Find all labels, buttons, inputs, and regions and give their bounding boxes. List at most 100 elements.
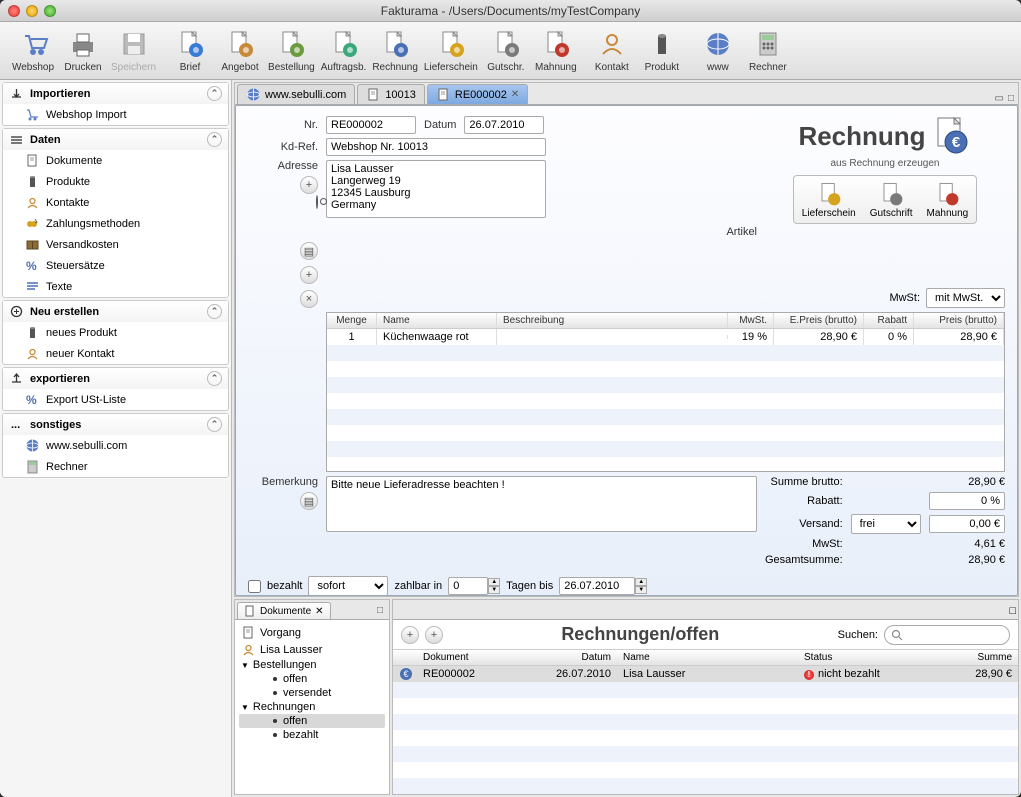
datum-input[interactable] [464, 116, 544, 134]
sidebar-item-dokumente[interactable]: Dokumente [3, 150, 228, 171]
table-row[interactable]: 1Küchenwaage rot19 %28,90 €0 %28,90 € [327, 329, 1004, 345]
tree-item[interactable]: versendet [239, 686, 385, 700]
list-max-icon[interactable]: □ [1009, 605, 1016, 617]
tree-item[interactable]: Lisa Lausser [239, 641, 385, 658]
tree-item[interactable]: offen [239, 672, 385, 686]
chevron-up-icon[interactable]: ⌃ [207, 417, 222, 432]
sidebar-item-webshop-import[interactable]: Webshop Import [3, 104, 228, 125]
chevron-up-icon[interactable]: ⌃ [207, 86, 222, 101]
toolbar-auftragsb[interactable]: Auftragsb. [318, 26, 370, 75]
sidebar-item-neues-produkt[interactable]: neues Produkt [3, 322, 228, 343]
tree-item[interactable]: bezahlt [239, 728, 385, 742]
toolbar-kontakt[interactable]: Kontakt [587, 26, 637, 75]
step-up-icon[interactable]: ▲ [488, 578, 500, 586]
col-menge[interactable]: Menge [327, 313, 377, 328]
adresse-input[interactable] [326, 160, 546, 218]
chevron-up-icon[interactable]: ⌃ [207, 371, 222, 386]
due-up-icon[interactable]: ▲ [635, 578, 647, 586]
contact-icon[interactable] [300, 196, 318, 208]
sidebar-item-texte[interactable]: Texte [3, 276, 228, 297]
col-price[interactable]: Preis (brutto) [914, 313, 1004, 328]
days-stepper[interactable]: ▲▼ [448, 577, 500, 595]
toolbar-rechner[interactable]: Rechner [743, 26, 793, 75]
col-besch[interactable]: Beschreibung [497, 313, 728, 328]
toolbar-brief[interactable]: Brief [165, 26, 215, 75]
sidebar-header-exportieren[interactable]: exportieren⌃ [3, 368, 228, 389]
tree-max-icon[interactable]: □ [377, 605, 383, 616]
due-down-icon[interactable]: ▼ [635, 586, 647, 594]
tree-item[interactable]: offen [239, 714, 385, 728]
col-name[interactable]: Name [377, 313, 497, 328]
tree-item[interactable]: ▼Rechnungen [239, 700, 385, 714]
pay-method-select[interactable]: sofort [308, 576, 388, 596]
sidebar-item-rechner[interactable]: Rechner [3, 456, 228, 477]
sidebar-item-produkte[interactable]: Produkte [3, 171, 228, 192]
due-input[interactable] [559, 577, 635, 595]
close-icon[interactable]: ✕ [511, 89, 519, 100]
nr-input[interactable] [326, 116, 416, 134]
close-icon[interactable]: ✕ [315, 606, 323, 617]
col-sum[interactable]: Summe [938, 650, 1018, 665]
address-add-icon[interactable]: + [300, 176, 318, 194]
toolbar-webshop[interactable]: Webshop [8, 26, 58, 75]
sidebar-item-steuersätze[interactable]: %Steuersätze [3, 255, 228, 276]
bezahlt-checkbox[interactable] [248, 580, 261, 593]
toolbar-rechnung[interactable]: Rechnung [369, 26, 421, 75]
toolbar-produkt[interactable]: Produkt [637, 26, 687, 75]
step-down-icon[interactable]: ▼ [488, 586, 500, 594]
tab-dokumente[interactable]: Dokumente ✕ [237, 602, 331, 619]
toolbar-mahnung[interactable]: Mahnung [531, 26, 581, 75]
toolbar-angebot[interactable]: Angebot [215, 26, 265, 75]
tab-10013[interactable]: 10013 [357, 84, 425, 104]
gen-gutschrift[interactable]: Gutschrift [864, 178, 919, 221]
article-add-doc-icon[interactable]: ▤ [300, 242, 318, 260]
versand-input[interactable] [929, 515, 1005, 533]
sidebar-item-zahlungsmethoden[interactable]: Zahlungsmethoden [3, 213, 228, 234]
sidebar-item-kontakte[interactable]: Kontakte [3, 192, 228, 213]
sidebar-item-export-ust-liste[interactable]: %Export USt-Liste [3, 389, 228, 410]
bemerkung-input[interactable] [326, 476, 757, 532]
search-box[interactable] [884, 625, 1010, 645]
rabatt-input[interactable] [929, 492, 1005, 510]
gen-mahnung[interactable]: Mahnung [921, 178, 975, 221]
toolbar-www[interactable]: www [693, 26, 743, 75]
due-stepper[interactable]: ▲▼ [559, 577, 647, 595]
list-row[interactable]: €RE00000226.07.2010Lisa Lausser!nicht be… [393, 666, 1018, 682]
col-doc[interactable]: Dokument [417, 650, 537, 665]
list-new-icon[interactable]: + [425, 626, 443, 644]
tab-RE000002[interactable]: RE000002✕ [427, 84, 528, 104]
sidebar-header-importieren[interactable]: Importieren⌃ [3, 83, 228, 104]
versand-select[interactable]: frei [851, 514, 921, 534]
maximize-icon[interactable]: □ [1008, 93, 1014, 104]
list-add-icon[interactable]: + [401, 626, 419, 644]
col-rabatt[interactable]: Rabatt [864, 313, 914, 328]
sidebar-item-neuer-kontakt[interactable]: neuer Kontakt [3, 343, 228, 364]
col-eprice[interactable]: E.Preis (brutto) [774, 313, 864, 328]
mwst-select[interactable]: mit MwSt. [926, 288, 1005, 308]
sidebar-item-www-sebulli-com[interactable]: www.sebulli.com [3, 435, 228, 456]
col-name[interactable]: Name [617, 650, 798, 665]
article-remove-icon[interactable]: × [300, 290, 318, 308]
minimize-icon[interactable]: ▭ [995, 93, 1004, 104]
days-input[interactable] [448, 577, 488, 595]
sidebar-header-neu-erstellen[interactable]: Neu erstellen⌃ [3, 301, 228, 322]
search-input[interactable] [903, 627, 1003, 643]
sidebar-header-daten[interactable]: Daten⌃ [3, 129, 228, 150]
sidebar-item-versandkosten[interactable]: Versandkosten [3, 234, 228, 255]
tree-item[interactable]: ▼Bestellungen [239, 658, 385, 672]
toolbar-lieferschein[interactable]: Lieferschein [421, 26, 481, 75]
col-status[interactable]: Status [798, 650, 938, 665]
kdref-input[interactable] [326, 138, 546, 156]
tab-www-sebulli-com[interactable]: www.sebulli.com [237, 84, 355, 104]
chevron-up-icon[interactable]: ⌃ [207, 304, 222, 319]
toolbar-gutschr[interactable]: Gutschr. [481, 26, 531, 75]
article-add-icon[interactable]: + [300, 266, 318, 284]
chevron-up-icon[interactable]: ⌃ [207, 132, 222, 147]
sidebar-header-sonstiges[interactable]: ...sonstiges⌃ [3, 414, 228, 435]
toolbar-bestellung[interactable]: Bestellung [265, 26, 318, 75]
col-date[interactable]: Datum [537, 650, 617, 665]
gen-lieferschein[interactable]: Lieferschein [796, 178, 862, 221]
tree-item[interactable]: Vorgang [239, 624, 385, 641]
bemerkung-add-icon[interactable]: ▤ [300, 492, 318, 510]
col-mwst[interactable]: MwSt. [728, 313, 774, 328]
